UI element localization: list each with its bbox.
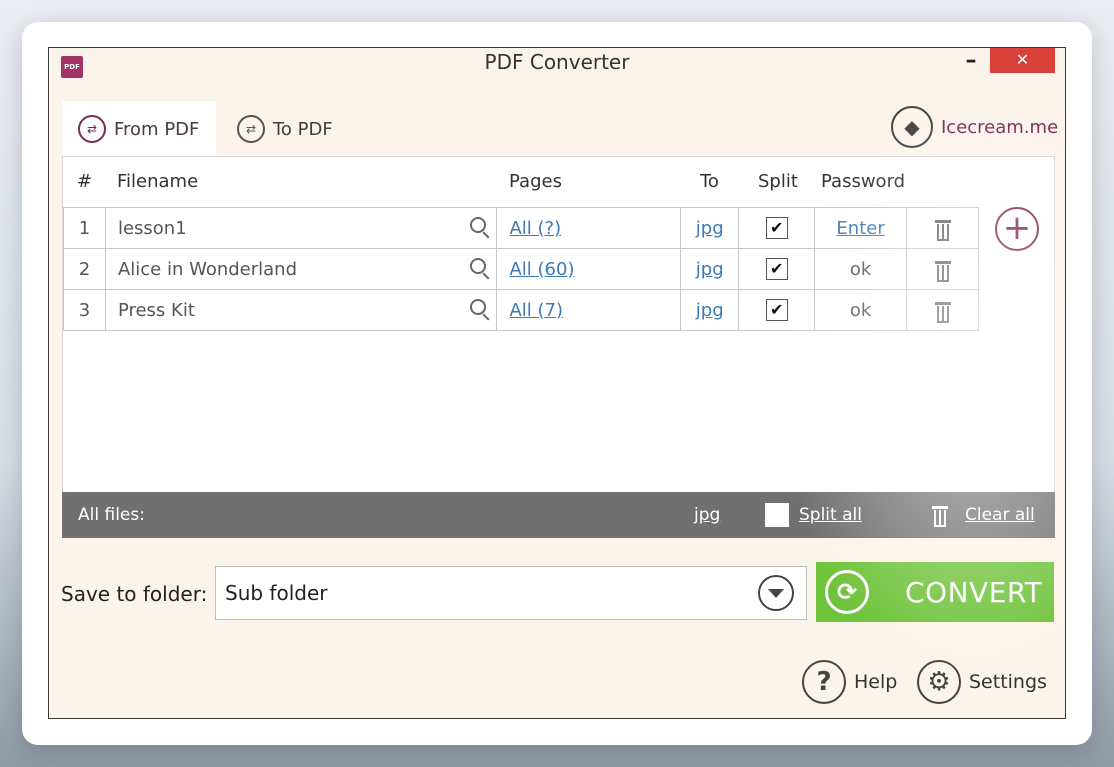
tab-to-pdf-label: To PDF bbox=[273, 118, 333, 140]
trash-icon[interactable] bbox=[934, 260, 951, 282]
split-all-link[interactable]: Split all bbox=[799, 505, 862, 525]
refresh-icon: ⟳ bbox=[825, 570, 869, 614]
window-title: PDF Converter bbox=[484, 50, 630, 74]
save-folder-label: Save to folder: bbox=[61, 582, 208, 606]
filename: lesson1 bbox=[117, 217, 187, 239]
search-icon[interactable] bbox=[470, 217, 487, 233]
pages-link[interactable]: All (7) bbox=[509, 300, 563, 321]
save-folder-select[interactable]: Sub folder bbox=[215, 566, 807, 620]
filename-cell[interactable]: lesson1 bbox=[104, 207, 498, 249]
password-enter-link[interactable]: Enter bbox=[836, 218, 884, 239]
col-header-to: To bbox=[700, 171, 719, 192]
all-files-bar: All files: jpg Split all Clear all bbox=[62, 492, 1055, 538]
password-cell: ok bbox=[814, 248, 908, 290]
tab-from-pdf[interactable]: ⇄ From PDF bbox=[62, 101, 216, 157]
close-button[interactable]: ✕ bbox=[990, 48, 1055, 73]
pages-link[interactable]: All (60) bbox=[509, 259, 574, 280]
password-status: ok bbox=[849, 299, 872, 321]
col-header-password: Password bbox=[821, 171, 906, 192]
pages-cell: All (60) bbox=[496, 248, 682, 290]
row-number: 2 bbox=[63, 248, 106, 290]
table-row: 1 lesson1 All (?) jpg ✔ Enter bbox=[63, 207, 979, 249]
brand-label: Icecream.me bbox=[941, 116, 1059, 138]
filename: Alice in Wonderland bbox=[117, 258, 298, 280]
split-checkbox[interactable]: ✔ bbox=[765, 217, 788, 239]
search-icon[interactable] bbox=[470, 299, 487, 315]
help-label: Help bbox=[854, 671, 898, 693]
row-number: 1 bbox=[63, 207, 106, 249]
icecream-link[interactable]: ◆ Icecream.me bbox=[891, 106, 1058, 148]
split-cell: ✔ bbox=[738, 248, 816, 290]
password-status: ok bbox=[849, 258, 872, 280]
search-icon[interactable] bbox=[470, 258, 487, 274]
tab-to-pdf[interactable]: ⇄ To PDF bbox=[237, 101, 357, 157]
format-cell: jpg bbox=[680, 207, 740, 249]
file-table: 1 lesson1 All (?) jpg ✔ Enter 2 Alice in… bbox=[63, 207, 979, 331]
table-row: 3 Press Kit All (7) jpg ✔ ok bbox=[63, 289, 979, 331]
trash-icon[interactable] bbox=[934, 219, 951, 241]
convert-label: CONVERT bbox=[905, 575, 1043, 609]
delete-cell bbox=[906, 289, 979, 331]
format-cell: jpg bbox=[680, 289, 740, 331]
help-button[interactable]: ? Help bbox=[802, 660, 897, 704]
col-header-num: # bbox=[77, 171, 93, 192]
chevron-down-icon[interactable] bbox=[758, 575, 794, 611]
clear-all-trash-icon[interactable] bbox=[932, 505, 948, 527]
split-checkbox[interactable]: ✔ bbox=[765, 299, 788, 321]
save-folder-value: Sub folder bbox=[225, 581, 328, 605]
gear-icon: ⚙ bbox=[917, 660, 961, 704]
format-link[interactable]: jpg bbox=[696, 259, 724, 280]
app-window: PDF PDF Converter – ✕ ⇄ From PDF ⇄ To PD… bbox=[48, 47, 1066, 719]
file-list-panel: # Filename Pages To Split Password 1 les… bbox=[62, 156, 1055, 538]
pages-cell: All (?) bbox=[496, 207, 682, 249]
to-pdf-icon: ⇄ bbox=[237, 115, 265, 143]
filename-cell[interactable]: Alice in Wonderland bbox=[104, 248, 498, 290]
pages-cell: All (7) bbox=[496, 289, 682, 331]
clear-all-link[interactable]: Clear all bbox=[965, 505, 1035, 525]
col-header-pages: Pages bbox=[509, 171, 562, 192]
from-pdf-icon: ⇄ bbox=[78, 115, 106, 143]
format-cell: jpg bbox=[680, 248, 740, 290]
convert-button[interactable]: ⟳ CONVERT bbox=[816, 562, 1054, 622]
trash-icon[interactable] bbox=[934, 301, 951, 323]
all-format-link[interactable]: jpg bbox=[694, 505, 720, 525]
col-header-split: Split bbox=[758, 171, 798, 192]
delete-cell bbox=[906, 207, 979, 249]
minimize-button[interactable]: – bbox=[961, 50, 981, 74]
delete-cell bbox=[906, 248, 979, 290]
filename: Press Kit bbox=[117, 299, 195, 321]
pages-link[interactable]: All (?) bbox=[509, 218, 561, 239]
all-files-label: All files: bbox=[78, 505, 145, 525]
col-header-filename: Filename bbox=[117, 171, 199, 192]
help-icon: ? bbox=[802, 660, 846, 704]
row-number: 3 bbox=[63, 289, 106, 331]
password-cell: Enter bbox=[814, 207, 908, 249]
split-cell: ✔ bbox=[738, 289, 816, 331]
settings-label: Settings bbox=[969, 671, 1047, 693]
format-link[interactable]: jpg bbox=[696, 218, 724, 239]
split-cell: ✔ bbox=[738, 207, 816, 249]
split-checkbox[interactable]: ✔ bbox=[765, 258, 788, 280]
password-cell: ok bbox=[814, 289, 908, 331]
split-all-checkbox[interactable] bbox=[765, 503, 789, 527]
format-link[interactable]: jpg bbox=[696, 300, 724, 321]
settings-button[interactable]: ⚙ Settings bbox=[917, 660, 1047, 704]
icecream-logo-icon: ◆ bbox=[891, 106, 933, 148]
add-file-button[interactable]: + bbox=[995, 207, 1039, 251]
tab-from-pdf-label: From PDF bbox=[114, 118, 200, 140]
table-row: 2 Alice in Wonderland All (60) jpg ✔ ok bbox=[63, 248, 979, 290]
filename-cell[interactable]: Press Kit bbox=[104, 289, 498, 331]
